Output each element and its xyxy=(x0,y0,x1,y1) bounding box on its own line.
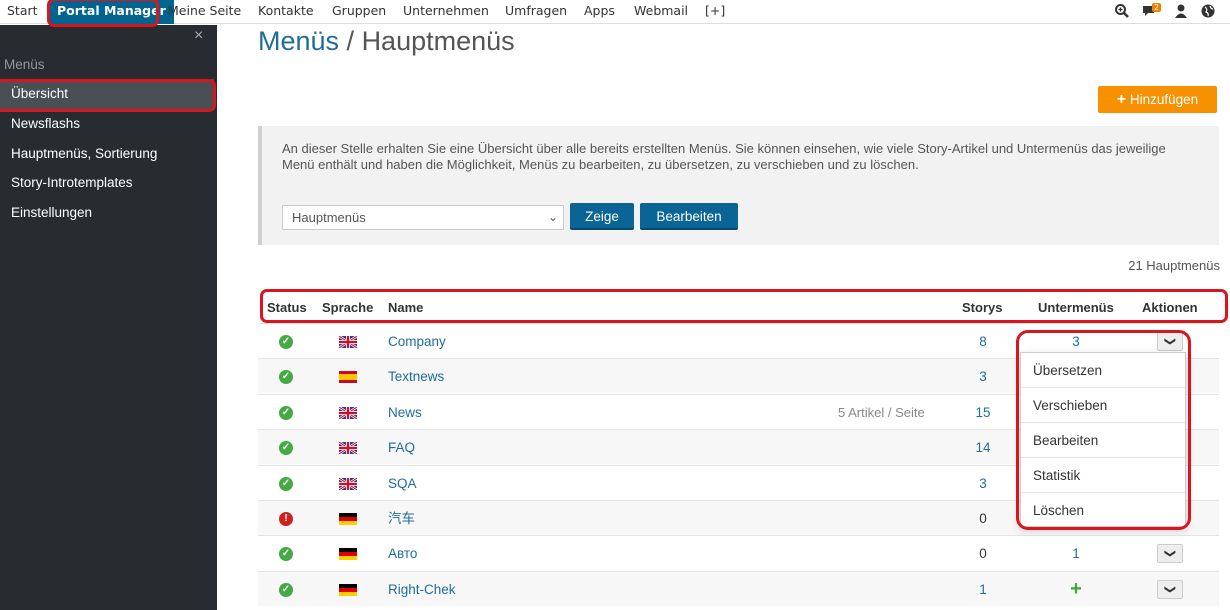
menu-name-link[interactable]: Авто xyxy=(388,536,417,571)
header-untermenues[interactable]: Untermenüs xyxy=(1038,300,1114,315)
sidebar-item-einstellungen[interactable]: Einstellungen xyxy=(0,198,214,228)
menu-name-link[interactable]: Company xyxy=(388,324,446,359)
chevron-down-icon: ❯ xyxy=(1164,584,1177,594)
chevron-down-icon: ⌄ xyxy=(547,210,558,224)
chevron-down-icon: ❯ xyxy=(1164,336,1177,347)
nav-kontakte[interactable]: Kontakte xyxy=(258,0,314,24)
actions-dropdown: Übersetzen Verschieben Bearbeiten Statis… xyxy=(1020,352,1186,527)
menu-type-select[interactable]: Hauptmenüs ⌄ xyxy=(282,205,564,230)
menu-name-link[interactable]: SQA xyxy=(388,466,417,501)
search-zoom-icon[interactable] xyxy=(1114,3,1130,19)
info-panel: An dieser Stelle erhalten Sie eine Übers… xyxy=(258,126,1219,245)
menu-name-link[interactable]: News xyxy=(388,395,422,430)
breadcrumb-separator: / xyxy=(339,26,362,56)
header-name[interactable]: Name xyxy=(388,300,423,315)
menu-count: 21 Hauptmenüs xyxy=(1128,258,1220,273)
nav-meine-seite[interactable]: Meine Seite xyxy=(168,0,241,24)
nav-umfragen[interactable]: Umfragen xyxy=(505,0,567,24)
menu-name-link[interactable]: 汽车 xyxy=(388,501,415,536)
nav-add[interactable]: [+] xyxy=(705,0,725,24)
status-active-icon: ✓ xyxy=(279,582,293,597)
storys-count[interactable]: 8 xyxy=(958,324,1008,359)
storys-count[interactable]: 15 xyxy=(958,395,1008,430)
close-icon[interactable]: × xyxy=(194,27,203,45)
header-sprache[interactable]: Sprache xyxy=(322,300,373,315)
row-note: 5 Artikel / Seite xyxy=(838,404,925,420)
actions-toggle-button[interactable]: ❯ xyxy=(1157,544,1183,564)
menu-item-bearbeiten[interactable]: Bearbeiten xyxy=(1021,423,1185,458)
plus-icon: + xyxy=(1116,91,1127,108)
germany-flag-icon xyxy=(339,583,357,596)
storys-count: 0 xyxy=(979,546,987,562)
select-value: Hauptmenüs xyxy=(292,210,366,225)
header-status[interactable]: Status xyxy=(267,300,307,315)
status-active-icon: ✓ xyxy=(279,547,293,562)
menu-name-link[interactable]: Textnews xyxy=(388,359,444,394)
menu-name-link[interactable]: FAQ xyxy=(388,430,415,465)
edit-button[interactable]: Bearbeiten xyxy=(640,203,738,230)
germany-flag-icon xyxy=(339,548,357,561)
untermenues-count[interactable]: 1 xyxy=(1066,536,1086,571)
menu-name-link[interactable]: Right-Chek xyxy=(388,572,456,607)
status-active-icon: ✓ xyxy=(279,476,293,491)
storys-count: 0 xyxy=(979,511,987,526)
sidebar-item-story-introtemplates[interactable]: Story-Introtemplates xyxy=(0,168,214,198)
storys-count[interactable]: 1 xyxy=(958,572,1008,607)
breadcrumb-current: Hauptmenüs xyxy=(361,26,515,56)
menu-item-loeschen[interactable]: Löschen xyxy=(1021,493,1185,528)
uk-flag-icon xyxy=(338,335,358,349)
storys-count[interactable]: 3 xyxy=(958,466,1008,501)
nav-gruppen[interactable]: Gruppen xyxy=(332,0,386,24)
page-title: Menüs / Hauptmenüs xyxy=(258,26,515,57)
status-active-icon: ✓ xyxy=(279,441,293,456)
info-text: An dieser Stelle erhalten Sie eine Übers… xyxy=(282,141,1166,172)
nav-portal-manager[interactable]: Portal Manager xyxy=(49,0,174,24)
status-active-icon: ✓ xyxy=(279,335,293,349)
sidebar: × Menüs Übersicht Newsflashs Hauptmenüs,… xyxy=(0,25,217,610)
nav-webmail[interactable]: Webmail xyxy=(634,0,688,24)
menu-item-uebersetzen[interactable]: Übersetzen xyxy=(1021,353,1185,388)
germany-flag-icon xyxy=(339,513,357,525)
status-error-icon: ! xyxy=(279,512,293,526)
menu-item-verschieben[interactable]: Verschieben xyxy=(1021,388,1185,423)
message-count-badge: 2 xyxy=(1152,3,1162,12)
storys-count[interactable]: 3 xyxy=(958,359,1008,394)
add-button[interactable]: + Hinzufügen xyxy=(1098,86,1217,113)
header-storys[interactable]: Storys xyxy=(962,300,1002,315)
sidebar-item-uebersicht[interactable]: Übersicht xyxy=(0,79,214,109)
table-row: ✓ Авто 0 1 ❯ xyxy=(258,535,1219,570)
chevron-down-icon: ❯ xyxy=(1164,549,1177,559)
breadcrumb-menues[interactable]: Menüs xyxy=(258,26,339,56)
menu-item-statistik[interactable]: Statistik xyxy=(1021,458,1185,493)
add-button-label: Hinzufügen xyxy=(1129,92,1199,107)
actions-toggle-button[interactable]: ❯ xyxy=(1157,579,1183,599)
add-submenu-icon[interactable]: + xyxy=(1066,572,1086,607)
status-active-icon: ✓ xyxy=(279,405,293,420)
sidebar-title: Menüs xyxy=(4,57,45,72)
uk-flag-icon xyxy=(338,476,358,491)
storys-count[interactable]: 14 xyxy=(958,430,1008,465)
table-row: ✓ Right-Chek 1 + ❯ xyxy=(258,570,1219,607)
sidebar-item-newsflashs[interactable]: Newsflashs xyxy=(0,109,214,139)
top-navigation: Start Portal Manager Meine Seite Kontakt… xyxy=(0,0,1230,24)
status-active-icon: ✓ xyxy=(279,370,293,385)
spain-flag-icon xyxy=(339,371,357,384)
sidebar-item-hauptmenues-sortierung[interactable]: Hauptmenüs, Sortierung xyxy=(0,139,214,169)
table-header: Status Sprache Name Storys Untermenüs Ak… xyxy=(258,291,1228,323)
header-aktionen: Aktionen xyxy=(1142,300,1198,315)
uk-flag-icon xyxy=(338,405,358,420)
actions-toggle-button[interactable]: ❯ xyxy=(1157,332,1183,351)
user-icon[interactable] xyxy=(1173,3,1189,19)
show-button[interactable]: Zeige xyxy=(570,203,634,230)
nav-start[interactable]: Start xyxy=(7,0,38,24)
uk-flag-icon xyxy=(338,441,358,456)
nav-apps[interactable]: Apps xyxy=(584,0,615,24)
globe-icon[interactable] xyxy=(1200,3,1216,19)
nav-unternehmen[interactable]: Unternehmen xyxy=(403,0,489,24)
